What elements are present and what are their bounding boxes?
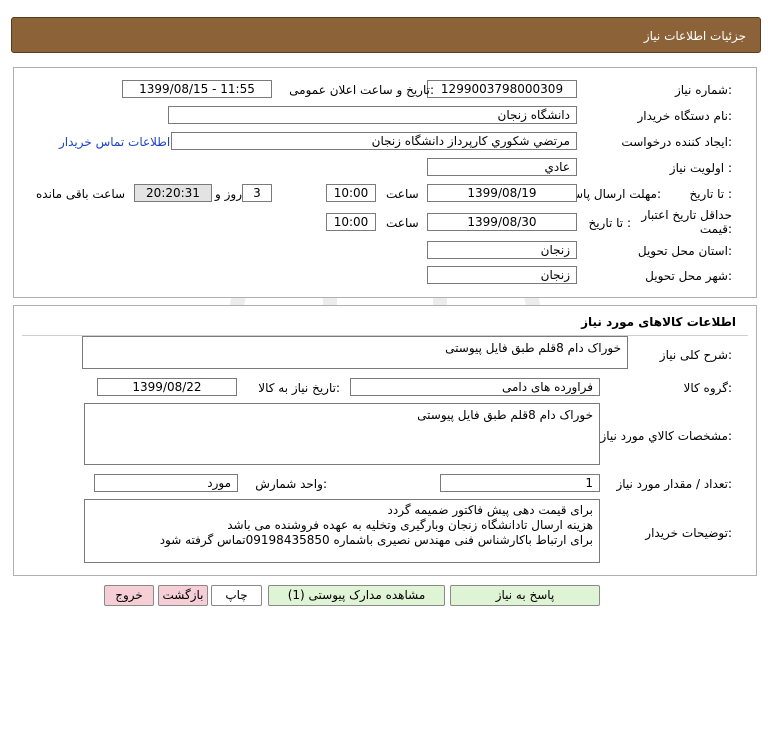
remaining-time-field: 20:20:31	[134, 184, 212, 202]
deadline-time-label: ساعت	[386, 187, 419, 201]
priority-field: عادي	[427, 158, 577, 176]
province-label: استان محل تحویل:	[637, 244, 732, 258]
goods-group-label: گروه کالا:	[683, 381, 733, 395]
unit-field: مورد	[94, 474, 238, 492]
need-number-label: شماره نیاز:	[674, 83, 732, 97]
priority-label: اولویت نیاز :	[669, 161, 732, 175]
city-label: شهر محل تحویل:	[645, 269, 732, 283]
goods-panel: اطلاعات کالاهای مورد نیاز شرح کلی نیاز: …	[13, 305, 757, 576]
buyer-contact-link[interactable]: اطلاعات تماس خریدار	[59, 135, 170, 149]
validity-date-field: 1399/08/30	[427, 213, 577, 231]
deadline-date-field: 1399/08/19	[427, 184, 577, 202]
page-header: جزئیات اطلاعات نیاز	[11, 17, 761, 53]
validity-label: حداقل تاریخ اعتبار قیمت:	[641, 208, 732, 236]
page-title: جزئیات اطلاعات نیاز	[643, 29, 746, 43]
quantity-field: 1	[440, 474, 600, 492]
deadline-until-label: تا تاریخ :	[689, 187, 732, 201]
remaining-label: ساعت باقی مانده	[36, 187, 126, 201]
deadline-time-field: 10:00	[326, 184, 376, 202]
buyer-org-field: دانشگاه زنجان	[168, 106, 577, 124]
creator-field: مرتضي شکوري کارپرداز دانشگاه زنجان	[171, 132, 577, 150]
city-field: زنجان	[427, 266, 577, 284]
general-desc-field: خوراک دام 8قلم طبق فایل پیوستی	[82, 336, 628, 369]
announce-date-label: تاریخ و ساعت اعلان عمومی:	[289, 83, 434, 97]
view-attachments-button[interactable]: مشاهده مدارک پیوستی (1)	[268, 585, 445, 606]
quantity-label: تعداد / مقدار مورد نیاز:	[616, 477, 732, 491]
specs-label: مشخصات کالاي مورد نیاز:	[600, 429, 732, 443]
need-info-panel: شماره نیاز: 1299003798000309 تاریخ و ساع…	[13, 67, 757, 298]
buyer-org-label: نام دستگاه خریدار:	[637, 109, 733, 123]
unit-label: واحد شمارش:	[255, 477, 327, 491]
need-date-label: تاریخ نیاز به کالا:	[258, 381, 340, 395]
goods-group-field: فراورده های دامی	[350, 378, 600, 396]
validity-time-label: ساعت	[386, 216, 419, 230]
goods-section-title: اطلاعات کالاهای مورد نیاز	[581, 315, 736, 329]
exit-button[interactable]: خروج	[104, 585, 154, 606]
buyer-notes-field: برای قیمت دهی پیش فاکتور ضمیمه گردد هزین…	[84, 499, 600, 563]
creator-label: ایجاد کننده درخواست:	[621, 135, 732, 149]
general-desc-label: شرح کلی نیاز:	[659, 348, 732, 362]
need-number-field: 1299003798000309	[427, 80, 577, 98]
days-field: 3	[242, 184, 272, 202]
announce-date-field: 1399/08/15 - 11:55	[122, 80, 272, 98]
deadline-label: مهلت ارسال پاسخ:	[565, 187, 661, 201]
back-button[interactable]: بازگشت	[158, 585, 208, 606]
days-label: روز و	[215, 187, 242, 201]
buyer-notes-label: توضیحات خریدار:	[645, 526, 732, 540]
need-date-field: 1399/08/22	[97, 378, 237, 396]
print-button[interactable]: چاپ	[211, 585, 262, 606]
validity-until-label: تا تاریخ :	[588, 216, 631, 230]
respond-button[interactable]: پاسخ به نیاز	[450, 585, 600, 606]
province-field: زنجان	[427, 241, 577, 259]
specs-field: خوراک دام 8قلم طبق فایل پیوستی	[84, 403, 600, 465]
validity-time-field: 10:00	[326, 213, 376, 231]
